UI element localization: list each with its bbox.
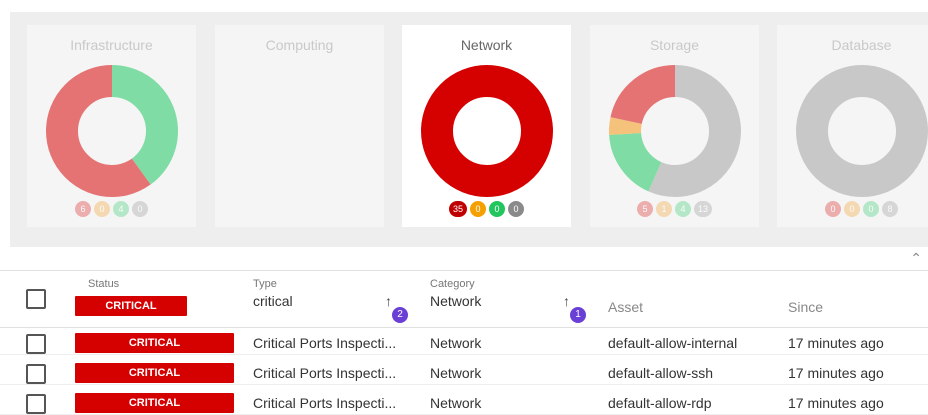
- count-ok: 0: [489, 201, 505, 217]
- count-badges: 6 0 4 0: [27, 201, 196, 217]
- count-critical: 35: [448, 201, 467, 217]
- header-status: Status: [88, 278, 120, 290]
- status-filter-chip[interactable]: CRITICAL: [75, 296, 187, 316]
- chevron-up-icon[interactable]: ⌃: [910, 250, 922, 267]
- since-cell: 17 minutes ago: [788, 395, 884, 411]
- donut-chart: [421, 65, 553, 197]
- type-cell: Critical Ports Inspecti...: [253, 395, 397, 411]
- count-ok: 4: [674, 201, 691, 217]
- status-badge: CRITICAL: [75, 393, 234, 413]
- count-badges: 35 0 0 0: [402, 201, 571, 217]
- count-medium: 0: [94, 201, 110, 217]
- since-cell: 17 minutes ago: [788, 365, 884, 381]
- table-header-row: Status CRITICAL Type critical ↑ 2 Catego…: [0, 270, 928, 328]
- count-medium: 0: [844, 201, 860, 217]
- count-badges: 0 0 0 8: [777, 201, 928, 217]
- arrow-up-icon[interactable]: ↑: [385, 293, 392, 309]
- table-row[interactable]: CRITICAL Critical Ports Inspecti... Netw…: [0, 333, 928, 355]
- count-none: 0: [508, 201, 524, 217]
- row-checkbox[interactable]: [26, 394, 46, 414]
- type-cell: Critical Ports Inspecti...: [253, 365, 397, 381]
- category-card-database[interactable]: Database 0 0 0 8: [777, 25, 928, 227]
- select-all-checkbox[interactable]: [26, 289, 46, 309]
- card-title: Computing: [265, 37, 334, 53]
- slice-none: [796, 65, 928, 197]
- category-sort-order-badge: 1: [570, 307, 586, 323]
- table-row[interactable]: CRITICAL Critical Ports Inspecti... Netw…: [0, 393, 928, 415]
- status-badge: CRITICAL: [75, 333, 234, 353]
- asset-cell: default-allow-internal: [608, 335, 738, 351]
- card-title: Network: [460, 37, 513, 53]
- type-sort-order-badge: 2: [392, 307, 408, 323]
- header-asset[interactable]: Asset: [608, 299, 643, 315]
- category-cell: Network: [430, 395, 482, 411]
- arrow-up-icon[interactable]: ↑: [563, 293, 570, 309]
- donut-chart: [609, 65, 741, 197]
- count-critical: 6: [75, 201, 91, 217]
- category-summary-panel: Infrastructure 6 0 4 0 Computing Network…: [10, 12, 928, 247]
- category-card-network[interactable]: Network 35 0 0 0: [402, 25, 571, 227]
- card-title: Database: [831, 37, 892, 53]
- type-cell: Critical Ports Inspecti...: [253, 335, 397, 351]
- count-none: 8: [882, 201, 898, 217]
- header-category: Category: [430, 278, 475, 290]
- count-ok: 4: [113, 201, 129, 217]
- slice-critical: [421, 65, 553, 197]
- count-medium: 1: [655, 201, 672, 217]
- table-row[interactable]: CRITICAL Critical Ports Inspecti... Netw…: [0, 363, 928, 385]
- card-title: Storage: [649, 37, 700, 53]
- category-cell: Network: [430, 365, 482, 381]
- count-none: 13: [693, 201, 712, 217]
- row-checkbox[interactable]: [26, 364, 46, 384]
- header-type: Type: [253, 278, 277, 290]
- category-filter-value[interactable]: Network: [430, 293, 481, 309]
- count-critical: 5: [636, 201, 653, 217]
- category-card-computing[interactable]: Computing: [215, 25, 384, 227]
- asset-cell: default-allow-rdp: [608, 395, 712, 411]
- count-none: 0: [132, 201, 148, 217]
- row-checkbox[interactable]: [26, 334, 46, 354]
- asset-cell: default-allow-ssh: [608, 365, 714, 381]
- category-card-infrastructure[interactable]: Infrastructure 6 0 4 0: [27, 25, 196, 227]
- category-cell: Network: [430, 335, 482, 351]
- since-cell: 17 minutes ago: [788, 335, 884, 351]
- donut-chart: [46, 65, 178, 197]
- header-since[interactable]: Since: [788, 299, 823, 315]
- status-badge: CRITICAL: [75, 363, 234, 383]
- count-ok: 0: [863, 201, 879, 217]
- count-medium: 0: [470, 201, 486, 217]
- type-filter-value[interactable]: critical: [253, 293, 293, 309]
- count-badges: 5 1 4 13: [590, 201, 759, 217]
- donut-chart: [796, 65, 928, 197]
- card-title: Infrastructure: [70, 37, 153, 53]
- count-critical: 0: [825, 201, 841, 217]
- category-card-storage[interactable]: Storage 5 1 4 13: [590, 25, 759, 227]
